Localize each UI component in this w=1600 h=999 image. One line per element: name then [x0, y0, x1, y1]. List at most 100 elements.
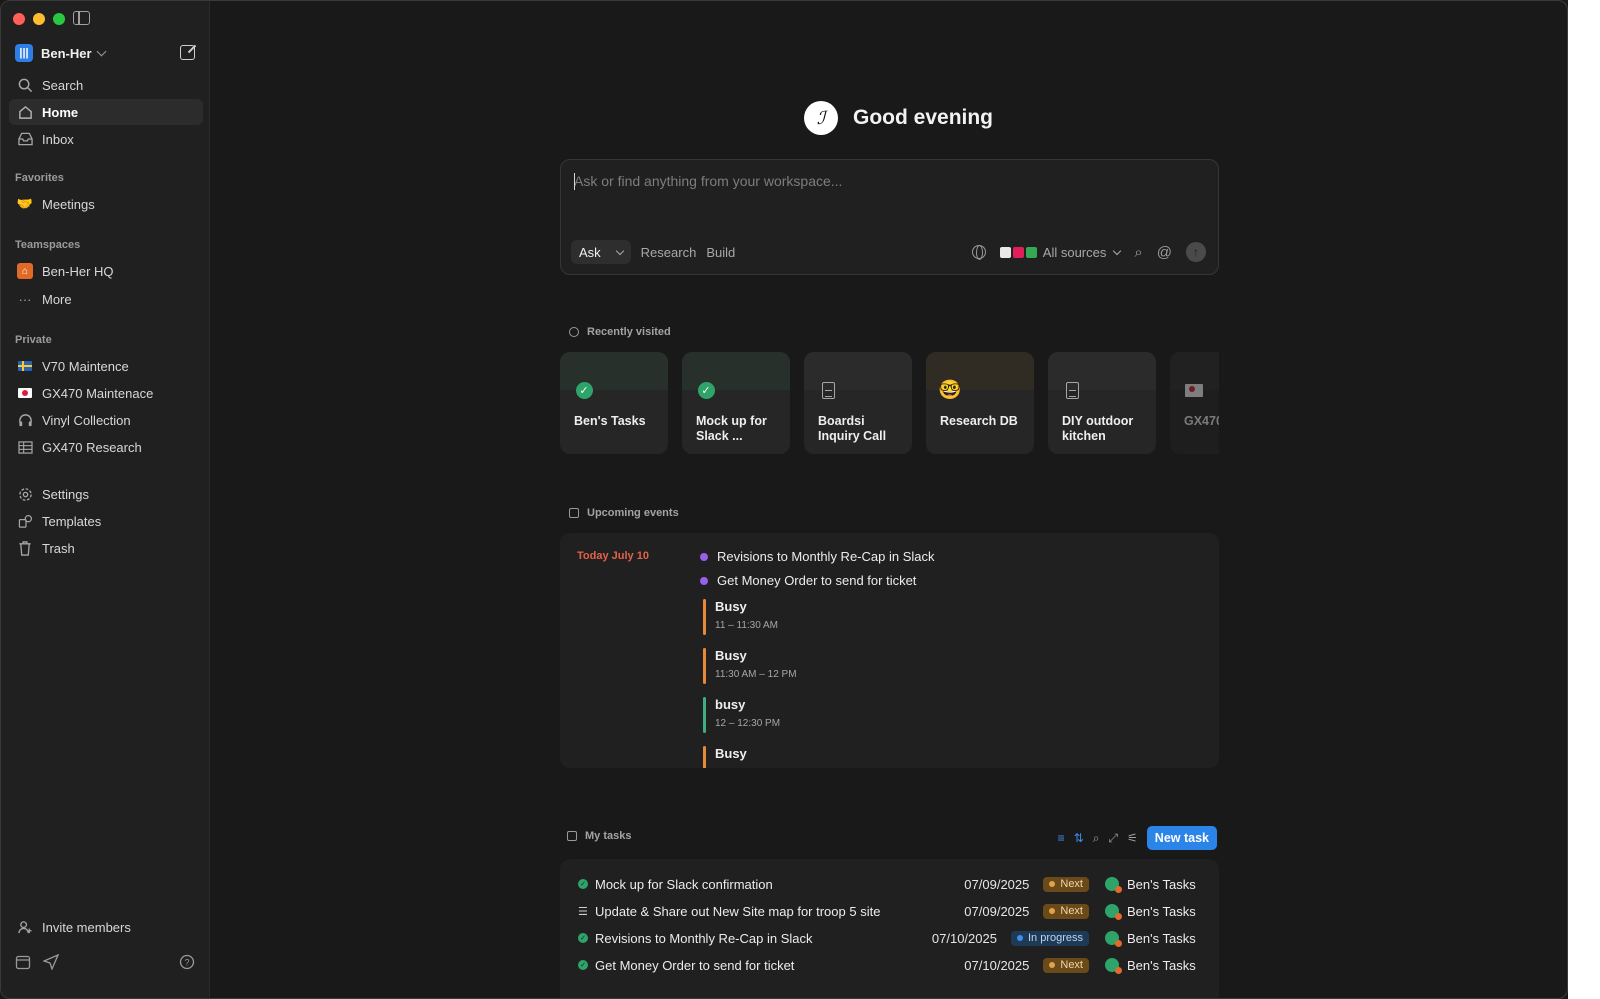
recent-card[interactable]: DIY outdoor kitchen — [1048, 352, 1156, 454]
sidebar-item-vinyl[interactable]: Vinyl Collection — [9, 407, 203, 433]
sidebar-item-label: GX470 Maintenace — [42, 385, 154, 401]
sidebar-item-label: Meetings — [42, 196, 95, 212]
event-time: 12 – 12:30 PM — [715, 718, 781, 729]
task-name: Get Money Order to send for ticket — [595, 957, 795, 973]
main-content: ℐ Good evening Ask Research Build — [210, 1, 1567, 998]
all-day-event[interactable]: Get Money Order to send for ticket — [700, 573, 916, 588]
sources-label: All sources — [1042, 244, 1107, 260]
mention-icon[interactable]: @ — [1157, 244, 1172, 261]
sidebar-item-gx470-maint[interactable]: GX470 Maintenace — [9, 380, 203, 406]
card-title: Boardsi Inquiry Call — [818, 414, 887, 443]
recent-card[interactable]: Boardsi Inquiry Call — [804, 352, 912, 454]
sort-icon[interactable]: ⇅ — [1074, 831, 1084, 845]
sidebar-item-hq[interactable]: ⌂ Ben-Her HQ — [9, 258, 203, 284]
sidebar-item-label: Trash — [42, 540, 75, 556]
send-icon[interactable] — [42, 953, 60, 975]
done-check-icon: ✓ — [578, 960, 588, 970]
sidebar-item-label: V70 Maintence — [42, 358, 129, 374]
timed-event[interactable]: Busy — [703, 746, 747, 768]
status-label: Next — [1060, 878, 1083, 890]
filter-icon[interactable]: ≡ — [1058, 831, 1065, 845]
event-time: 11 – 11:30 AM — [715, 620, 779, 631]
database-icon — [1105, 931, 1122, 947]
new-task-button[interactable]: New task — [1146, 826, 1217, 850]
sidebar-item-v70[interactable]: V70 Maintence — [9, 353, 203, 379]
recent-card[interactable]: 🤓 Research DB — [926, 352, 1034, 454]
new-page-icon[interactable] — [180, 45, 195, 60]
mode-research-button[interactable]: Research — [641, 245, 697, 260]
timed-event[interactable]: Busy 11:30 AM – 12 PM — [703, 648, 797, 686]
my-tasks-header: My tasks — [567, 830, 631, 842]
greeting: ℐ Good evening — [804, 101, 993, 135]
close-window-button[interactable] — [13, 13, 25, 25]
sources-dropdown[interactable]: All sources — [999, 244, 1122, 260]
recent-card[interactable]: ✓ Mock up for Slack ... — [682, 352, 790, 454]
ask-input[interactable] — [574, 173, 1194, 189]
sidebar-item-meetings[interactable]: 🤝 Meetings — [9, 191, 203, 217]
expand-icon[interactable]: ⤢ — [1108, 831, 1118, 846]
done-check-icon: ✓ — [578, 933, 588, 943]
workspace-switcher[interactable]: ||| Ben-Her — [15, 43, 197, 63]
source-app-icons — [999, 246, 1037, 258]
sidebar-item-label: Inbox — [42, 131, 74, 147]
search-icon — [16, 76, 34, 94]
sidebar-item-templates[interactable]: Templates — [9, 508, 203, 534]
sidebar-item-gx470-research[interactable]: GX470 Research — [9, 434, 203, 460]
gear-icon — [16, 485, 34, 503]
sidebar-item-label: More — [42, 291, 72, 307]
sidebar-item-settings[interactable]: Settings — [9, 481, 203, 507]
sidebar-item-home[interactable]: Home — [9, 99, 203, 125]
house-icon: ⌂ — [16, 262, 34, 280]
task-row[interactable]: ✓ Revisions to Monthly Re-Cap in Slack 0… — [578, 928, 1201, 948]
sidebar-item-trash[interactable]: Trash — [9, 535, 203, 561]
sidebar-item-more[interactable]: ··· More — [9, 286, 203, 312]
mode-build-button[interactable]: Build — [706, 245, 735, 260]
app-logo-icon: ℐ — [804, 101, 838, 135]
event-dot — [700, 552, 708, 561]
upcoming-events-header: Upcoming events — [569, 507, 679, 519]
task-row[interactable]: ✓ Get Money Order to send for ticket 07/… — [578, 955, 1201, 975]
mode-ask-button[interactable]: Ask — [571, 240, 631, 264]
calendar-app-icon[interactable] — [15, 954, 31, 975]
status-label: Next — [1060, 905, 1083, 917]
timed-event[interactable]: busy 12 – 12:30 PM — [703, 697, 780, 735]
all-day-event[interactable]: Revisions to Monthly Re-Cap in Slack — [700, 549, 934, 564]
recent-card[interactable]: ✓ Ben's Tasks — [560, 352, 668, 454]
sidebar-item-inbox[interactable]: Inbox — [9, 126, 203, 152]
checkbox-icon — [567, 831, 577, 841]
mode-selector: Ask Research Build — [571, 240, 735, 264]
task-date: 07/10/2025 — [964, 957, 1030, 973]
status-badge: Next — [1043, 876, 1089, 892]
sidebar-item-search[interactable]: Search — [9, 72, 203, 98]
favorites-label: Favorites — [15, 172, 64, 184]
settings-sliders-icon[interactable]: ⚟ — [1127, 831, 1138, 845]
svg-text:?: ? — [184, 958, 189, 968]
status-dot — [1049, 881, 1056, 887]
invite-members-button[interactable]: Invite members — [9, 914, 203, 940]
recent-card[interactable]: GX470 Maint... — [1170, 352, 1219, 454]
minimize-window-button[interactable] — [33, 13, 45, 25]
search-icon[interactable]: ⌕ — [1093, 831, 1100, 846]
japan-flag-icon — [16, 384, 34, 402]
sidebar-item-label: Home — [42, 104, 79, 120]
task-db-label: Ben's Tasks — [1127, 903, 1196, 919]
task-row[interactable]: ☰ Update & Share out New Site map for tr… — [578, 901, 1201, 921]
task-database: Ben's Tasks — [1105, 931, 1201, 947]
workspace-logo: ||| — [15, 44, 33, 62]
zoom-window-button[interactable] — [53, 13, 65, 25]
timed-event[interactable]: Busy 11 – 11:30 AM — [703, 599, 778, 637]
sidebar-toggle-icon[interactable] — [73, 11, 90, 25]
attach-icon[interactable]: ⌕ — [1134, 244, 1142, 261]
chevron-down-icon — [615, 246, 624, 255]
send-button[interactable]: ↑ — [1186, 242, 1206, 262]
status-dot — [1049, 962, 1056, 968]
window-controls — [13, 13, 65, 25]
google-drive-icon — [1025, 246, 1037, 258]
recently-visited-header: Recently visited — [569, 326, 671, 338]
globe-icon[interactable] — [971, 245, 986, 260]
help-icon[interactable]: ? — [179, 954, 195, 975]
card-title: GX470 Maint... — [1184, 414, 1219, 428]
japan-flag-icon — [1184, 380, 1204, 400]
task-row[interactable]: ✓ Mock up for Slack confirmation 07/09/2… — [578, 874, 1201, 894]
teamspaces-label: Teamspaces — [15, 239, 81, 251]
